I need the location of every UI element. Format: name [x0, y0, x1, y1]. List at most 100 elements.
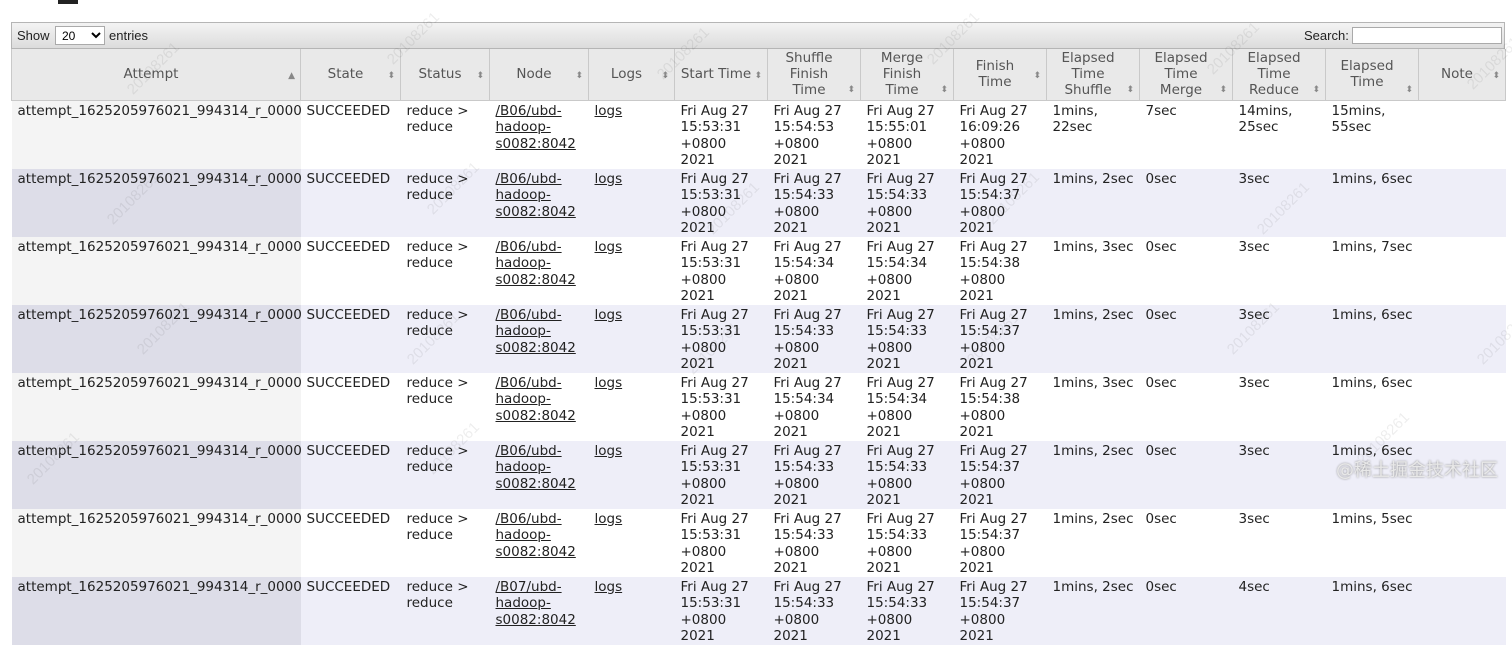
cell-finish: Fri Aug 27 15:54:37 +0800 2021 [953, 304, 1047, 373]
header-row: Attempt ▲ State ⬍ Status ⬍ Node ⬍ Logs ⬍ Start Tim… [11, 49, 1506, 101]
logs-link[interactable]: logs [595, 375, 623, 391]
show-label: Show [17, 28, 50, 43]
column-header-node[interactable]: Node ⬍ [489, 49, 589, 101]
cell-node: /B06/ubd-hadoop-s0082:8042 [489, 508, 589, 577]
node-link[interactable]: /B06/ubd-hadoop-s0082:8042 [496, 375, 576, 424]
cell-merge: Fri Aug 27 15:54:33 +0800 2021 [860, 576, 954, 645]
logs-link[interactable]: logs [595, 511, 623, 527]
column-header-label: State [327, 66, 364, 83]
cell-e-reduce: 3sec [1232, 440, 1326, 509]
node-link[interactable]: /B06/ubd-hadoop-s0082:8042 [496, 103, 576, 152]
column-header-status[interactable]: Status ⬍ [400, 49, 490, 101]
table-row: attempt_1625205976021_994314_r_000005_0S… [11, 440, 1506, 509]
node-link[interactable]: /B07/ubd-hadoop-s0082:8042 [496, 579, 576, 628]
cell-e-reduce: 3sec [1232, 236, 1326, 305]
table-row: attempt_1625205976021_994314_r_000007_0S… [11, 576, 1506, 645]
cell-shuffle: Fri Aug 27 15:54:33 +0800 2021 [767, 168, 861, 237]
column-header-finish[interactable]: Finish Time ⬍ [953, 49, 1047, 101]
column-header-e-shuffle[interactable]: Elapsed Time Shuffle ⬍ [1046, 49, 1140, 101]
cell-note [1418, 304, 1506, 373]
cell-note [1418, 168, 1506, 237]
cell-finish: Fri Aug 27 15:54:38 +0800 2021 [953, 236, 1047, 305]
cell-start: Fri Aug 27 15:53:31 +0800 2021 [674, 236, 768, 305]
cell-elapsed: 1mins, 6sec [1325, 304, 1419, 373]
cell-attempt: attempt_1625205976021_994314_r_000002_0 [11, 236, 301, 305]
column-header-elapsed[interactable]: Elapsed Time ⬍ [1325, 49, 1419, 101]
cell-e-merge: 7sec [1139, 100, 1233, 169]
logs-link[interactable]: logs [595, 171, 623, 187]
cell-status: reduce > reduce [400, 576, 490, 645]
node-link[interactable]: /B06/ubd-hadoop-s0082:8042 [496, 171, 576, 220]
cell-start: Fri Aug 27 15:53:31 +0800 2021 [674, 576, 768, 645]
logs-link[interactable]: logs [595, 443, 623, 459]
cell-e-reduce: 4sec [1232, 576, 1326, 645]
column-header-e-reduce[interactable]: Elapsed Time Reduce ⬍ [1232, 49, 1326, 101]
cell-elapsed: 1mins, 7sec [1325, 236, 1419, 305]
column-header-label: Elapsed Time Reduce [1247, 50, 1301, 99]
cell-e-shuffle: 1mins, 2sec [1046, 576, 1140, 645]
cell-e-reduce: 3sec [1232, 508, 1326, 577]
cell-e-merge: 0sec [1139, 440, 1233, 509]
column-header-start[interactable]: Start Time ⬍ [674, 49, 768, 101]
table-row: attempt_1625205976021_994314_r_000003_0S… [11, 304, 1506, 373]
cell-elapsed: 15mins, 55sec [1325, 100, 1419, 169]
attempts-table: Attempt ▲ State ⬍ Status ⬍ Node ⬍ Logs ⬍ Start Tim… [11, 49, 1506, 645]
column-header-attempt[interactable]: Attempt ▲ [11, 49, 301, 101]
entries-select[interactable]: 20 [55, 26, 105, 45]
cell-attempt: attempt_1625205976021_994314_r_000006_0 [11, 508, 301, 577]
node-link[interactable]: /B06/ubd-hadoop-s0082:8042 [496, 307, 576, 356]
cell-elapsed: 1mins, 6sec [1325, 576, 1419, 645]
sort-both-icon: ⬍ [1033, 71, 1041, 81]
node-link[interactable]: /B06/ubd-hadoop-s0082:8042 [496, 239, 576, 288]
table-row: attempt_1625205976021_994314_r_000004_0S… [11, 372, 1506, 441]
column-header-state[interactable]: State ⬍ [300, 49, 401, 101]
cell-merge: Fri Aug 27 15:54:33 +0800 2021 [860, 304, 954, 373]
table-row: attempt_1625205976021_994314_r_000002_0S… [11, 236, 1506, 305]
sort-both-icon: ⬍ [940, 84, 948, 95]
cell-e-shuffle: 1mins, 3sec [1046, 236, 1140, 305]
column-header-label: Elapsed Time [1340, 58, 1394, 91]
cell-merge: Fri Aug 27 15:55:01 +0800 2021 [860, 100, 954, 169]
cell-logs: logs [588, 372, 675, 441]
cell-finish: Fri Aug 27 16:09:26 +0800 2021 [953, 100, 1047, 169]
cell-merge: Fri Aug 27 15:54:34 +0800 2021 [860, 236, 954, 305]
cell-state: SUCCEEDED [300, 100, 401, 169]
cell-note [1418, 100, 1506, 169]
cell-logs: logs [588, 168, 675, 237]
entries-label: entries [109, 28, 149, 43]
column-header-label: Node [516, 66, 552, 83]
cell-start: Fri Aug 27 15:53:31 +0800 2021 [674, 304, 768, 373]
logs-link[interactable]: logs [595, 239, 623, 255]
cell-e-reduce: 14mins, 25sec [1232, 100, 1326, 169]
cell-node: /B06/ubd-hadoop-s0082:8042 [489, 236, 589, 305]
cell-merge: Fri Aug 27 15:54:33 +0800 2021 [860, 508, 954, 577]
cell-status: reduce > reduce [400, 508, 490, 577]
cell-note [1418, 236, 1506, 305]
search-input[interactable] [1352, 27, 1502, 44]
column-header-note[interactable]: Note ⬍ [1418, 49, 1506, 101]
column-header-logs[interactable]: Logs ⬍ [588, 49, 675, 101]
sort-both-icon: ⬍ [575, 71, 583, 81]
column-header-e-merge[interactable]: Elapsed Time Merge ⬍ [1139, 49, 1233, 101]
cell-e-merge: 0sec [1139, 508, 1233, 577]
cell-shuffle: Fri Aug 27 15:54:33 +0800 2021 [767, 440, 861, 509]
node-link[interactable]: /B06/ubd-hadoop-s0082:8042 [496, 443, 576, 492]
column-header-label: Elapsed Time Shuffle [1061, 50, 1115, 99]
logs-link[interactable]: logs [595, 103, 623, 119]
cell-shuffle: Fri Aug 27 15:54:33 +0800 2021 [767, 576, 861, 645]
cell-state: SUCCEEDED [300, 236, 401, 305]
logs-link[interactable]: logs [595, 579, 623, 595]
cell-status: reduce > reduce [400, 236, 490, 305]
cell-state: SUCCEEDED [300, 168, 401, 237]
logs-link[interactable]: logs [595, 307, 623, 323]
cell-e-reduce: 3sec [1232, 168, 1326, 237]
column-header-label: Shuffle Finish Time [785, 50, 833, 99]
column-header-shuffle[interactable]: Shuffle Finish Time ⬍ [767, 49, 861, 101]
cell-node: /B06/ubd-hadoop-s0082:8042 [489, 304, 589, 373]
cell-start: Fri Aug 27 15:53:31 +0800 2021 [674, 372, 768, 441]
column-header-merge[interactable]: Merge Finish Time ⬍ [860, 49, 954, 101]
cell-elapsed: 1mins, 6sec [1325, 372, 1419, 441]
cell-attempt: attempt_1625205976021_994314_r_000000_0 [11, 100, 301, 169]
node-link[interactable]: /B06/ubd-hadoop-s0082:8042 [496, 511, 576, 560]
cell-shuffle: Fri Aug 27 15:54:33 +0800 2021 [767, 304, 861, 373]
